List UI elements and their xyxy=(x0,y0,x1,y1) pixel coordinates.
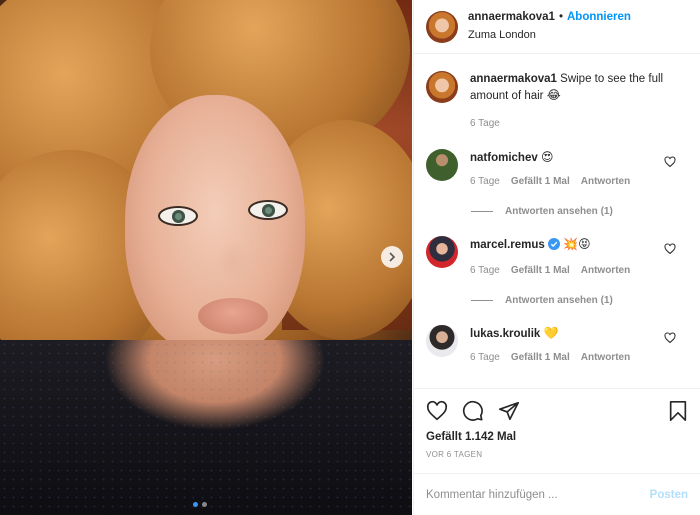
post-side-panel: annaermakova1 • Abonnieren Zuma London a… xyxy=(413,0,700,515)
comment-age[interactable]: 6 Tage xyxy=(470,174,500,190)
carousel-dot xyxy=(202,502,207,507)
left-eye xyxy=(158,206,198,226)
caption-age[interactable]: 6 Tage xyxy=(470,116,500,132)
caption-emoji: 😂 xyxy=(546,88,561,102)
comment-item: lukas.kroulik 💛 6 Tage Gefällt 1 Mal Ant… xyxy=(426,325,688,366)
comment-item: marcel.remus 💥😝 6 Tage Gefällt 1 Mal Ant… xyxy=(426,236,688,279)
caption-username[interactable]: annaermakova1 xyxy=(470,73,557,85)
comment-likes[interactable]: Gefällt 1 Mal xyxy=(511,174,570,190)
comment-text: 😍 xyxy=(540,150,554,164)
view-replies-label: Antworten ansehen (1) xyxy=(505,206,613,217)
divider-line xyxy=(471,211,493,212)
avatar[interactable] xyxy=(426,149,458,181)
action-bar xyxy=(426,399,688,423)
comments-list[interactable]: annaermakova1 Swipe to see the full amou… xyxy=(414,55,700,387)
post-footer: Gefällt 1.142 Mal VOR 6 TAGEN xyxy=(414,388,700,459)
comment-age[interactable]: 6 Tage xyxy=(470,263,500,279)
nose xyxy=(216,240,252,280)
comment-input[interactable] xyxy=(426,488,650,501)
comment-username[interactable]: natfomichev xyxy=(470,152,538,164)
divider-line xyxy=(471,300,493,301)
post-time[interactable]: VOR 6 TAGEN xyxy=(426,450,688,459)
comment-likes[interactable]: Gefällt 1 Mal xyxy=(511,350,570,366)
add-comment-bar: Posten xyxy=(414,473,700,515)
comment-username[interactable]: lukas.kroulik xyxy=(470,328,540,340)
chevron-right-icon xyxy=(387,250,397,265)
heart-icon[interactable] xyxy=(426,400,448,422)
location-link[interactable]: Zuma London xyxy=(468,28,631,43)
view-replies-label: Antworten ansehen (1) xyxy=(505,295,613,306)
right-eye xyxy=(248,200,288,220)
comment-icon[interactable] xyxy=(462,400,484,422)
post-comment-button[interactable]: Posten xyxy=(650,489,688,501)
comment-text: 💛 xyxy=(543,326,559,340)
avatar[interactable] xyxy=(426,10,458,43)
comment-text: 💥😝 xyxy=(563,237,591,251)
carousel-indicator xyxy=(193,502,207,507)
view-replies-button[interactable]: Antworten ansehen (1) xyxy=(471,206,688,217)
follow-button[interactable]: Abonnieren xyxy=(567,10,631,25)
separator: • xyxy=(558,11,563,23)
likes-count[interactable]: Gefällt 1.142 Mal xyxy=(426,431,688,443)
reply-button[interactable]: Antworten xyxy=(581,350,630,366)
caption: annaermakova1 Swipe to see the full amou… xyxy=(426,71,688,132)
carousel-dot xyxy=(193,502,198,507)
paper-plane-icon[interactable] xyxy=(498,400,520,422)
sequin-top xyxy=(0,340,412,515)
verified-badge-icon xyxy=(548,238,560,255)
reply-button[interactable]: Antworten xyxy=(581,263,630,279)
comment-age[interactable]: 6 Tage xyxy=(470,350,500,366)
comment-likes[interactable]: Gefällt 1 Mal xyxy=(511,263,570,279)
avatar[interactable] xyxy=(426,236,458,268)
avatar[interactable] xyxy=(426,325,458,357)
heart-icon[interactable] xyxy=(664,242,676,255)
heart-icon[interactable] xyxy=(664,331,676,344)
carousel-next-button[interactable] xyxy=(381,246,403,268)
avatar[interactable] xyxy=(426,71,458,103)
comment-username[interactable]: marcel.remus xyxy=(470,239,545,251)
heart-icon[interactable] xyxy=(664,155,676,168)
post-header: annaermakova1 • Abonnieren Zuma London xyxy=(414,0,700,54)
bookmark-icon[interactable] xyxy=(668,400,688,422)
author-username[interactable]: annaermakova1 xyxy=(468,10,555,25)
view-replies-button[interactable]: Antworten ansehen (1) xyxy=(471,295,688,306)
reply-button[interactable]: Antworten xyxy=(581,174,630,190)
comment-item: natfomichev 😍 6 Tage Gefällt 1 Mal Antwo… xyxy=(426,149,688,190)
post-media[interactable] xyxy=(0,0,412,515)
lips xyxy=(198,298,268,334)
